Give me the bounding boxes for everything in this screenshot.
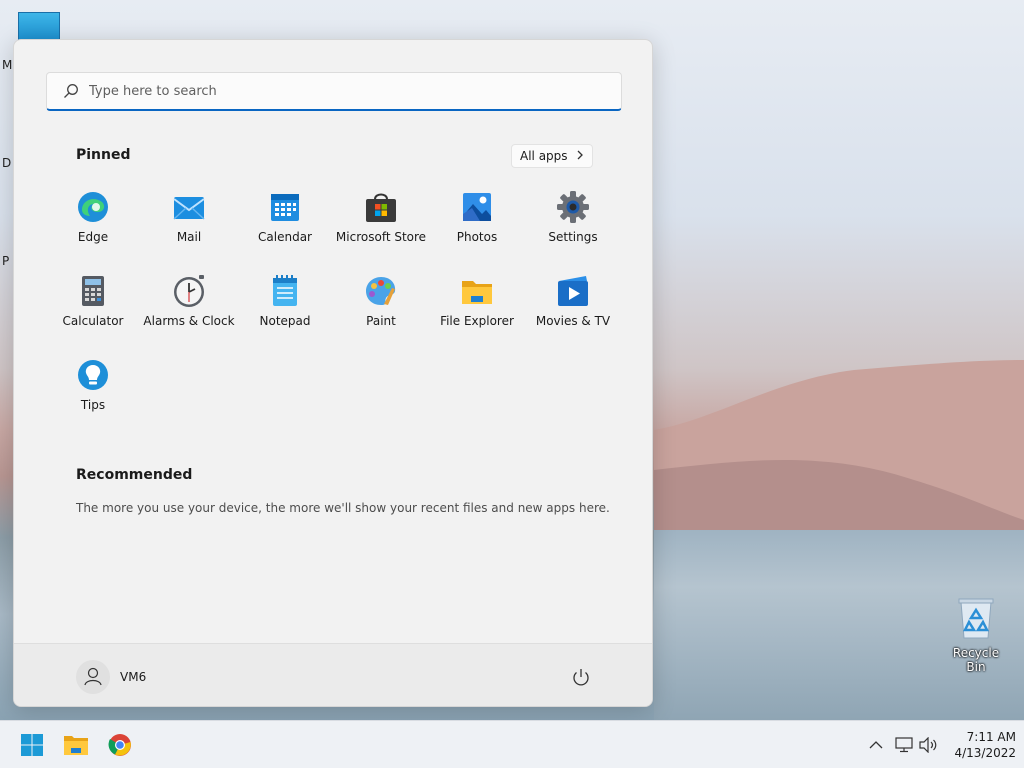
clock-button[interactable]: 7:11 AM 4/13/2022: [940, 729, 1016, 761]
taskbar-chrome[interactable]: [104, 729, 136, 761]
pinned-app-microsoft-store[interactable]: Microsoft Store: [333, 182, 429, 266]
pinned-app-label: Notepad: [259, 314, 311, 328]
chevron-right-icon: [576, 149, 584, 163]
pinned-app-calendar[interactable]: Calendar: [237, 182, 333, 266]
all-apps-label: All apps: [520, 149, 568, 163]
taskbar-file-explorer[interactable]: [60, 729, 92, 761]
pinned-app-label: Tips: [80, 398, 106, 412]
user-name: VM6: [120, 670, 147, 684]
volume-button[interactable]: [918, 731, 938, 759]
pinned-apps-grid: Edge Mail Calendar Microsoft Store Photo…: [45, 182, 621, 434]
photos-icon: [460, 190, 494, 224]
pinned-app-file-explorer[interactable]: File Explorer: [429, 266, 525, 350]
tips-icon: [76, 358, 110, 392]
user-account-button[interactable]: VM6: [76, 660, 146, 694]
clock-icon: [172, 274, 206, 308]
search-input[interactable]: [89, 83, 569, 99]
pinned-app-label: Alarms & Clock: [143, 314, 235, 328]
recommended-heading: Recommended: [76, 467, 193, 483]
pinned-app-paint[interactable]: Paint: [333, 266, 429, 350]
recycle-bin-label: Recycle Bin: [952, 646, 1000, 674]
avatar: [76, 660, 110, 694]
folder-icon: [460, 274, 494, 308]
wallpaper-dune: [654, 360, 1024, 540]
pinned-app-edge[interactable]: Edge: [45, 182, 141, 266]
pinned-app-label: Paint: [366, 314, 396, 328]
start-menu: Pinned All apps Edge: [13, 39, 653, 707]
pinned-app-label: Microsoft Store: [335, 230, 427, 244]
notepad-icon: [268, 274, 302, 308]
start-menu-footer: VM6: [14, 643, 652, 706]
taskbar: 7:11 AM 4/13/2022: [0, 720, 1024, 768]
power-button[interactable]: [567, 664, 595, 692]
calculator-icon: [76, 274, 110, 308]
start-button[interactable]: [16, 729, 48, 761]
search-icon: [63, 83, 79, 99]
pinned-app-label: Mail: [176, 230, 202, 244]
movies-icon: [556, 274, 590, 308]
search-box[interactable]: [46, 72, 622, 111]
desktop-shortcut-label-p: P: [2, 254, 10, 268]
pinned-app-tips[interactable]: Tips: [45, 350, 141, 434]
pinned-app-label: File Explorer: [440, 314, 514, 328]
recycle-bin[interactable]: Recycle Bin: [944, 596, 1008, 674]
pinned-app-label: Edge: [77, 230, 109, 244]
pinned-app-label: Settings: [548, 230, 598, 244]
edge-icon: [76, 190, 110, 224]
calendar-icon: [268, 190, 302, 224]
pinned-app-photos[interactable]: Photos: [429, 182, 525, 266]
desktop-shortcut-label-d: D: [2, 156, 12, 170]
windows-logo-icon: [21, 734, 43, 756]
user-icon: [84, 667, 102, 686]
pinned-app-label: Calendar: [258, 230, 312, 244]
chrome-icon: [108, 734, 131, 756]
pinned-app-alarms-clock[interactable]: Alarms & Clock: [141, 266, 237, 350]
pinned-app-calculator[interactable]: Calculator: [45, 266, 141, 350]
mail-icon: [172, 190, 206, 224]
recycle-bin-icon: [957, 596, 995, 640]
speaker-icon: [919, 737, 937, 753]
all-apps-button[interactable]: All apps: [511, 144, 593, 168]
paint-icon: [364, 274, 398, 308]
pinned-app-label: Movies & TV: [535, 314, 611, 328]
store-icon: [364, 190, 398, 224]
pinned-app-settings[interactable]: Settings: [525, 182, 621, 266]
pinned-app-label: Photos: [456, 230, 498, 244]
show-hidden-icons-button[interactable]: [866, 731, 886, 759]
desktop-shortcut-icon[interactable]: [18, 12, 60, 42]
pinned-heading: Pinned: [76, 147, 131, 163]
desktop-shortcut-label-m: M: [2, 58, 13, 72]
clock-time: 7:11 AM: [966, 730, 1016, 744]
folder-icon: [64, 736, 88, 755]
pinned-app-label: Calculator: [62, 314, 124, 328]
clock-date: 4/13/2022: [954, 746, 1016, 760]
network-icon: [895, 737, 913, 753]
gear-icon: [556, 190, 590, 224]
recommended-empty-text: The more you use your device, the more w…: [76, 501, 610, 515]
pinned-app-notepad[interactable]: Notepad: [237, 266, 333, 350]
network-button[interactable]: [894, 731, 914, 759]
power-icon: [573, 669, 589, 686]
chevron-up-icon: [869, 741, 883, 749]
pinned-app-movies-tv[interactable]: Movies & TV: [525, 266, 621, 350]
pinned-app-mail[interactable]: Mail: [141, 182, 237, 266]
